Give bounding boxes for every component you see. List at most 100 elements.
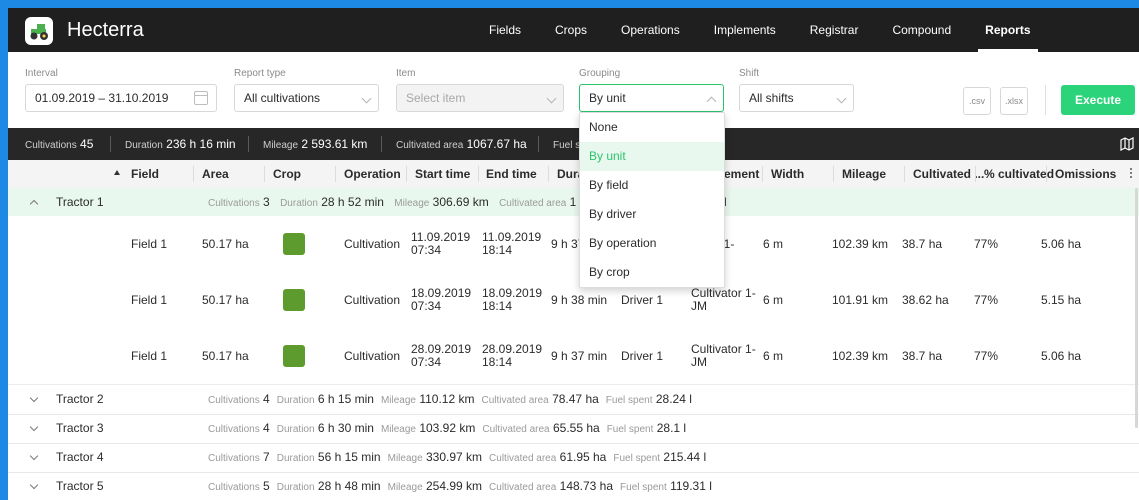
chevron-down-icon[interactable]: [29, 480, 39, 490]
col-divider: [478, 166, 479, 182]
export-xlsx-button[interactable]: .xlsx: [1000, 87, 1028, 115]
col-area[interactable]: Area: [202, 160, 229, 188]
table-row[interactable]: Field 1 50.17 ha Cultivation 28.09.2019 07:…: [8, 328, 1139, 385]
chevron-up-icon[interactable]: [29, 199, 39, 209]
summary-area: Cultivated area 1067.67 ha: [396, 137, 527, 151]
interval-label: Interval: [25, 68, 58, 79]
divider: [381, 136, 382, 152]
grouping-option-by-unit[interactable]: By unit: [580, 142, 724, 171]
crop-color-swatch: [283, 233, 305, 255]
interval-value: 01.09.2019 – 31.10.2019: [35, 91, 169, 105]
col-crop[interactable]: Crop: [273, 160, 301, 188]
cell-implement: Cultivator 1-JM: [691, 342, 756, 369]
report-type-label: Report type: [234, 68, 286, 79]
grouping-select[interactable]: By unit: [579, 84, 724, 112]
tractor-logo-icon: [25, 17, 53, 45]
col-divider: [264, 166, 265, 182]
col-start-time[interactable]: Start time: [415, 160, 470, 188]
grouping-option-by-driver[interactable]: By driver: [580, 200, 724, 229]
item-placeholder: Select item: [406, 91, 466, 105]
group-row-tractor-1[interactable]: Tractor 1 Cultivations 3 Duration 28 h 5…: [8, 188, 1139, 217]
nav-fields[interactable]: Fields: [472, 8, 538, 52]
nav-registrar[interactable]: Registrar: [793, 8, 876, 52]
scrollbar[interactable]: [1135, 188, 1138, 428]
nav-compound[interactable]: Compound: [875, 8, 968, 52]
sort-ascending-icon[interactable]: [114, 170, 120, 175]
cell-width: 6 m: [763, 293, 784, 307]
grouping-option-by-field[interactable]: By field: [580, 171, 724, 200]
col-divider: [762, 166, 763, 182]
col-implement[interactable]: ement: [724, 160, 759, 188]
cell-end-time: 28.09.2019 18:14: [482, 342, 543, 369]
col-width[interactable]: Width: [771, 160, 804, 188]
cell-field: Field 1: [131, 349, 168, 363]
nav-operations[interactable]: Operations: [604, 8, 697, 52]
chevron-down-icon: [836, 93, 847, 104]
col-mileage[interactable]: Mileage: [842, 160, 886, 188]
cell-field: Field 1: [131, 237, 168, 251]
table-row[interactable]: Field 1 50.17 ha Cultivation 18.09.2019 07:…: [8, 272, 1139, 329]
summary-duration: Duration 236 h 16 min: [125, 137, 236, 151]
col-divider: [904, 166, 905, 182]
col-omissions[interactable]: Omissions: [1055, 160, 1116, 188]
group-name: Tractor 2: [56, 392, 104, 406]
execute-button[interactable]: Execute: [1061, 85, 1135, 115]
col-field[interactable]: Field: [131, 160, 159, 188]
cell-operation: Cultivation: [344, 349, 401, 363]
cell-mileage: 101.91 km: [832, 293, 889, 307]
col-percent-cultivated[interactable]: % cultivated: [984, 160, 1054, 188]
chevron-down-icon[interactable]: [29, 393, 39, 403]
group-row[interactable]: Tractor 5 Cultivations 5 Duration 28 h 48 …: [8, 472, 1139, 500]
table-row[interactable]: Field 1 50.17 ha Cultivation 11.09.2019 07:…: [8, 216, 1139, 273]
group-name: Tractor 4: [56, 450, 104, 464]
col-divider: [548, 166, 549, 182]
group-row[interactable]: Tractor 4 Cultivations 7 Duration 56 h 15 …: [8, 443, 1139, 473]
interval-picker[interactable]: 01.09.2019 – 31.10.2019: [25, 84, 217, 112]
summary-mileage: Mileage 2 593.61 km: [263, 137, 368, 151]
group-row[interactable]: Tractor 2 Cultivations 4 Duration 6 h 15 m…: [8, 385, 1139, 415]
crop-color-swatch: [283, 289, 305, 311]
divider: [248, 136, 249, 152]
shift-value: All shifts: [749, 91, 794, 105]
col-operation[interactable]: Operation: [344, 160, 401, 188]
divider: [1045, 85, 1046, 115]
table-header: Field Area Crop Operation Start time End…: [8, 160, 1139, 189]
nav-crops[interactable]: Crops: [538, 8, 604, 52]
cell-start-time: 11.09.2019 07:34: [411, 230, 471, 257]
col-divider: [335, 166, 336, 182]
app-title: Hecterra: [67, 19, 144, 41]
cell-percent: 77%: [974, 293, 999, 307]
cell-cultivated: 38.62 ha: [902, 293, 949, 307]
item-label: Item: [396, 68, 416, 79]
chevron-down-icon: [546, 93, 557, 104]
cell-field: Field 1: [131, 293, 168, 307]
col-end-time[interactable]: End time: [486, 160, 537, 188]
calendar-icon: [194, 91, 208, 105]
cell-omissions: 5.06 ha: [1041, 237, 1082, 251]
col-cultivated[interactable]: Cultivated ...: [913, 160, 984, 188]
col-divider: [833, 166, 834, 182]
chevron-down-icon[interactable]: [29, 451, 39, 461]
group-row[interactable]: Tractor 3 Cultivations 4 Duration 6 h 30 m…: [8, 414, 1139, 444]
more-vertical-icon[interactable]: [1129, 168, 1133, 180]
nav-implements[interactable]: Implements: [697, 8, 793, 52]
report-type-select[interactable]: All cultivations: [234, 84, 379, 112]
export-csv-button[interactable]: .csv: [963, 87, 991, 115]
cell-area: 50.17 ha: [202, 349, 249, 363]
item-select[interactable]: Select item: [396, 84, 564, 112]
grouping-option-by-crop[interactable]: By crop: [580, 258, 724, 287]
grouping-value: By unit: [589, 91, 626, 105]
nav-reports[interactable]: Reports: [968, 8, 1047, 52]
cell-cultivated: 38.7 ha: [902, 237, 943, 251]
map-icon[interactable]: [1120, 137, 1134, 151]
grouping-label: Grouping: [579, 68, 621, 79]
group-name: Tractor 1: [56, 195, 104, 209]
cell-percent: 77%: [974, 349, 999, 363]
cell-operation: Cultivation: [344, 293, 401, 307]
grouping-option-by-operation[interactable]: By operation: [580, 229, 724, 258]
grouping-option-none[interactable]: None: [580, 113, 724, 142]
chevron-down-icon[interactable]: [29, 422, 39, 432]
divider: [538, 136, 539, 152]
shift-select[interactable]: All shifts: [739, 84, 854, 112]
summary-cultivations: Cultivations 45: [25, 137, 94, 151]
